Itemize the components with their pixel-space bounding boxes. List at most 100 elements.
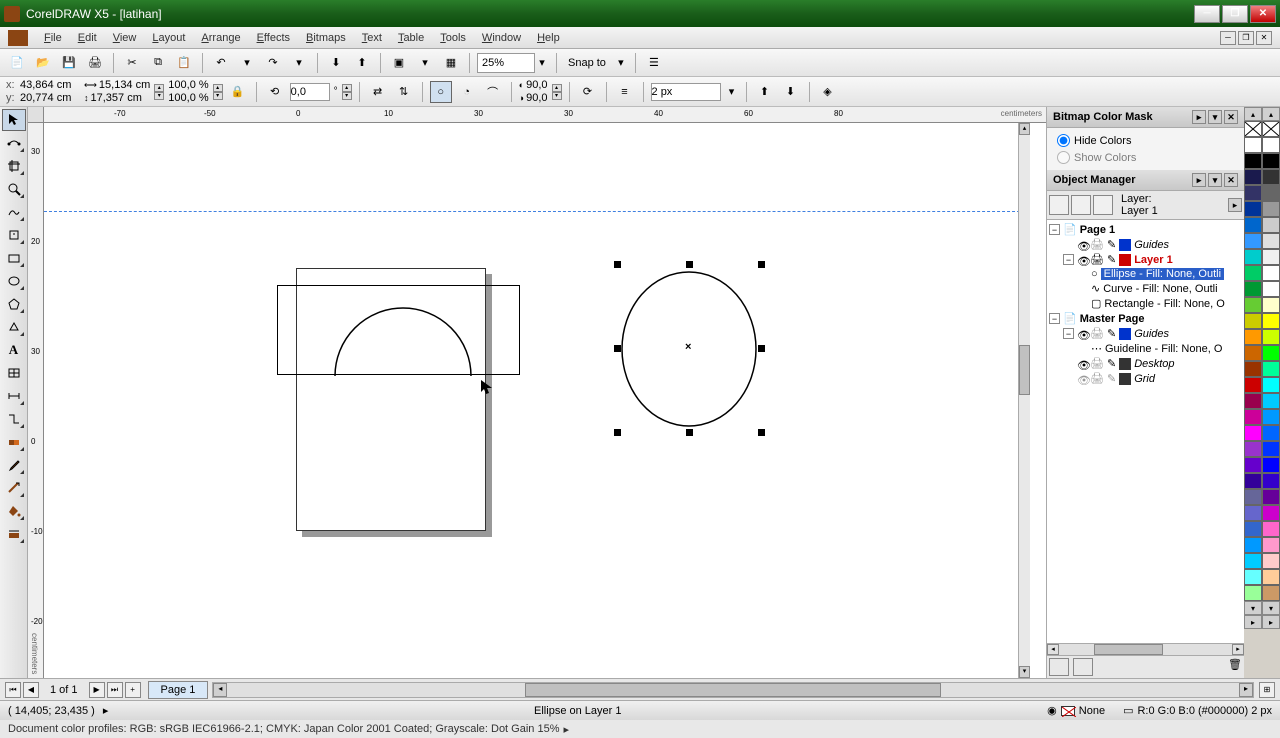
obj-mgr-menu[interactable]: ▾ <box>1208 173 1222 187</box>
zoom-drop[interactable]: ▾ <box>535 52 549 74</box>
handle-bl[interactable] <box>614 429 621 436</box>
color-swatch[interactable] <box>1244 585 1262 601</box>
vertical-ruler[interactable]: 30 20 30 0 -10 -20 centimeters <box>28 123 44 678</box>
arc-start[interactable]: 90,0 <box>526 79 547 91</box>
color-swatch[interactable] <box>1262 345 1280 361</box>
ruler-origin[interactable] <box>28 107 44 123</box>
color-swatch[interactable] <box>1244 505 1262 521</box>
color-swatch[interactable] <box>1262 281 1280 297</box>
guides-node[interactable]: Guides <box>1134 239 1169 251</box>
color-swatch[interactable] <box>1262 441 1280 457</box>
show-colors-radio[interactable]: Show Colors <box>1051 149 1240 166</box>
interactive-fill-tool[interactable] <box>2 523 26 545</box>
export-button[interactable]: ⬆ <box>351 52 373 74</box>
menu-arrange[interactable]: Arrange <box>193 29 248 47</box>
master-node[interactable]: Master Page <box>1080 313 1145 325</box>
page1-tab[interactable]: Page 1 <box>148 681 209 699</box>
fill-swatch[interactable] <box>1061 706 1075 716</box>
mirror-h-button[interactable]: ⇄ <box>367 81 389 103</box>
mirror-v-button[interactable]: ⇅ <box>393 81 415 103</box>
color-swatch[interactable] <box>1244 441 1262 457</box>
size-w[interactable]: 15,134 cm <box>99 79 150 91</box>
smart-fill-tool[interactable] <box>2 224 26 246</box>
zoom-tool[interactable] <box>2 178 26 200</box>
color-swatch[interactable] <box>1244 409 1262 425</box>
guideline-node[interactable]: Guideline - Fill: None, O <box>1105 343 1222 355</box>
color-swatch[interactable] <box>1244 457 1262 473</box>
curve-node[interactable]: Curve - Fill: None, Outli <box>1103 283 1217 295</box>
handle-ml[interactable] <box>614 345 621 352</box>
color-swatch[interactable] <box>1262 233 1280 249</box>
snap-drop[interactable]: ▾ <box>614 52 628 74</box>
page1-node[interactable]: Page 1 <box>1080 224 1115 236</box>
color-swatch[interactable] <box>1262 473 1280 489</box>
color-swatch[interactable] <box>1262 329 1280 345</box>
bitmap-mask-collapse[interactable]: ▸ <box>1192 110 1206 124</box>
canvas-area[interactable]: centimeters -70 -50 0 10 30 30 40 60 80 … <box>28 107 1046 678</box>
redo-drop[interactable]: ▾ <box>288 52 310 74</box>
horizontal-ruler[interactable]: centimeters -70 -50 0 10 30 30 40 60 80 <box>44 107 1046 123</box>
layer-view-button[interactable] <box>1093 195 1113 215</box>
palette2-up[interactable]: ▴ <box>1262 107 1280 121</box>
arc-end[interactable]: 90,0 <box>526 92 547 104</box>
color-swatch[interactable] <box>1244 489 1262 505</box>
color-swatch[interactable] <box>1262 217 1280 233</box>
color-swatch[interactable] <box>1262 553 1280 569</box>
object-tree[interactable]: −📄Page 1 👁🖨✎Guides −👁🖨✎Layer 1 ○Ellipse … <box>1047 220 1244 643</box>
obj-tree-hscroll[interactable]: ◂ ▸ <box>1047 643 1244 655</box>
menu-window[interactable]: Window <box>474 29 529 47</box>
publish-drop[interactable]: ▾ <box>414 52 436 74</box>
menu-view[interactable]: View <box>105 29 145 47</box>
options-button[interactable]: ☰ <box>643 52 665 74</box>
mdi-close[interactable]: ✕ <box>1256 31 1272 45</box>
pick-tool[interactable] <box>2 109 26 131</box>
prev-page-button[interactable]: ◀ <box>23 682 39 698</box>
delete-layer-button[interactable]: 🗑 <box>1228 658 1242 676</box>
menu-table[interactable]: Table <box>390 29 432 47</box>
redo-button[interactable]: ↷ <box>262 52 284 74</box>
color-swatch[interactable] <box>1244 185 1262 201</box>
color-swatch[interactable] <box>1244 521 1262 537</box>
arc-mode-button[interactable]: ⌒ <box>482 81 504 103</box>
size-h[interactable]: 17,357 cm <box>91 92 142 104</box>
scale-y[interactable]: 100,0 % <box>168 92 208 104</box>
freehand-tool[interactable] <box>2 201 26 223</box>
obj-mgr-collapse[interactable]: ▸ <box>1192 173 1206 187</box>
ellipse-mode-button[interactable]: ○ <box>430 81 452 103</box>
maximize-button[interactable]: ❐ <box>1222 5 1248 23</box>
edit-layers-button[interactable] <box>1071 195 1091 215</box>
color-swatch[interactable] <box>1262 489 1280 505</box>
eyedropper-tool[interactable] <box>2 454 26 476</box>
show-props-button[interactable] <box>1049 195 1069 215</box>
color-swatch[interactable] <box>1262 201 1280 217</box>
curve-object[interactable] <box>330 281 476 391</box>
bitmap-mask-menu[interactable]: ▾ <box>1208 110 1222 124</box>
color-swatch[interactable] <box>1244 473 1262 489</box>
handle-tl[interactable] <box>614 261 621 268</box>
crop-tool[interactable] <box>2 155 26 177</box>
first-page-button[interactable]: ⏮ <box>5 682 21 698</box>
color-swatch[interactable] <box>1244 265 1262 281</box>
polygon-tool[interactable] <box>2 293 26 315</box>
scale-x[interactable]: 100,0 % <box>168 79 208 91</box>
palette2-flyout[interactable]: ▸ <box>1262 615 1280 629</box>
color-swatch[interactable] <box>1262 249 1280 265</box>
color-swatch[interactable] <box>1262 393 1280 409</box>
master-toggle[interactable]: − <box>1049 313 1060 324</box>
color-swatch[interactable] <box>1262 137 1280 153</box>
interactive-tool[interactable] <box>2 431 26 453</box>
color-swatch[interactable] <box>1244 297 1262 313</box>
import-button[interactable]: ⬇ <box>325 52 347 74</box>
menu-layout[interactable]: Layout <box>144 29 193 47</box>
color-swatch[interactable] <box>1262 361 1280 377</box>
rotation-input[interactable] <box>290 83 330 101</box>
ellipse-tool[interactable] <box>2 270 26 292</box>
color-swatch[interactable] <box>1262 153 1280 169</box>
outline-drop[interactable]: ▾ <box>725 81 739 103</box>
color-swatch[interactable] <box>1244 137 1262 153</box>
color-swatch[interactable] <box>1244 233 1262 249</box>
hide-colors-radio[interactable]: Hide Colors <box>1051 132 1240 149</box>
page1-toggle[interactable]: − <box>1049 224 1060 235</box>
copy-button[interactable]: ⧉ <box>147 52 169 74</box>
obj-mgr-options[interactable]: ▸ <box>1228 198 1242 212</box>
